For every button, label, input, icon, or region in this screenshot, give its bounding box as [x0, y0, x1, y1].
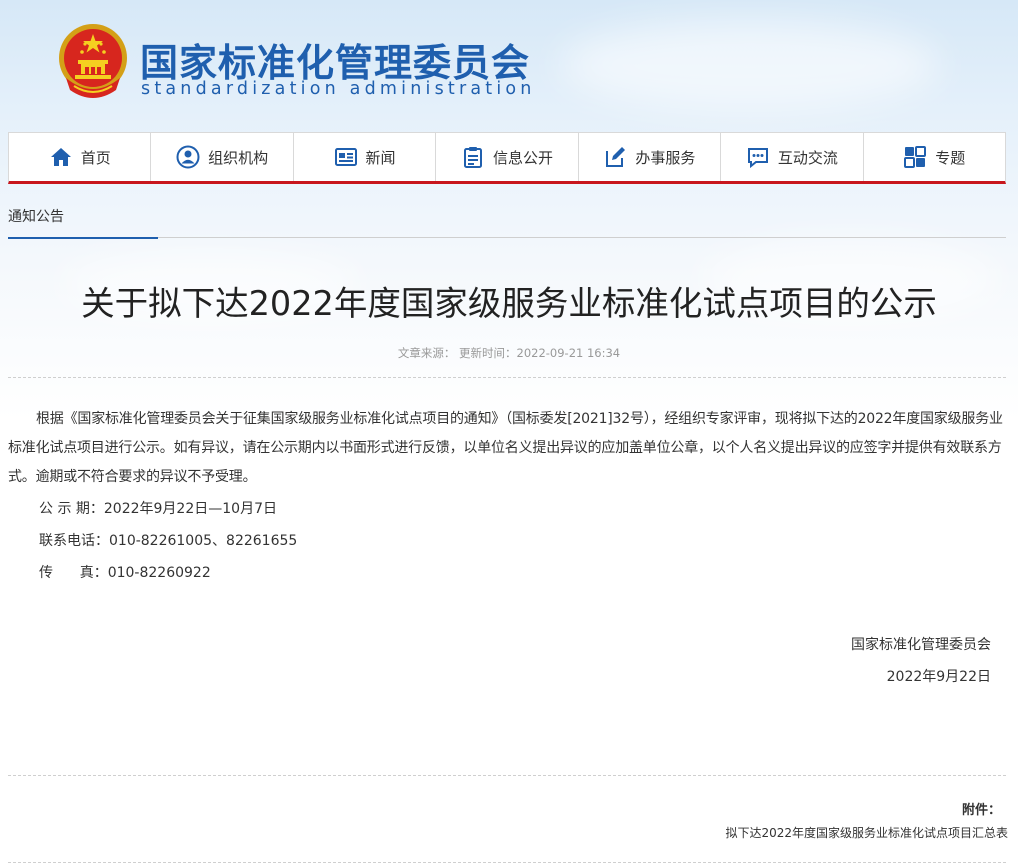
nav-item-home[interactable]: 首页: [9, 133, 152, 181]
article-meta: 文章来源： 更新时间：2022-09-21 16:34: [397, 346, 621, 360]
divider: [8, 775, 1006, 776]
clipboard-icon: [463, 147, 482, 168]
nav-item-topics[interactable]: 专题: [864, 133, 1005, 181]
nav-item-label: 专题: [935, 148, 966, 167]
national-emblem-icon[interactable]: [56, 20, 130, 102]
home-icon: [50, 148, 71, 166]
nav-item-services[interactable]: 办事服务: [579, 133, 722, 181]
nav-item-news[interactable]: 新闻: [294, 133, 437, 181]
notice-period: 公 示 期：2022年9月22日—10月7日: [39, 501, 277, 517]
topic-icon: [904, 146, 927, 168]
nav-item-label: 新闻: [365, 148, 396, 167]
nav-item-info-disclosure[interactable]: 信息公开: [436, 133, 579, 181]
nav-item-label: 首页: [80, 148, 111, 167]
signature-org: 国家标准化管理委员会: [851, 637, 991, 653]
nav-item-label: 信息公开: [492, 148, 553, 167]
breadcrumb-current[interactable]: 通知公告: [8, 206, 64, 226]
article-title: 关于拟下达2022年度国家级服务业标准化试点项目的公示: [81, 284, 937, 323]
nav-item-label: 组织机构: [208, 148, 269, 167]
nav-item-organization[interactable]: 组织机构: [151, 133, 294, 181]
main-nav: 首页 组织机构 新闻 信息公开 办事服务 互动交流 专题: [8, 132, 1006, 184]
person-icon: [176, 145, 200, 169]
breadcrumb-underline: [8, 237, 158, 239]
attachment-link[interactable]: 拟下达2022年度国家级服务业标准化试点项目汇总表: [725, 824, 1008, 841]
contact-phone: 联系电话：010-82261005、82261655: [39, 533, 298, 549]
signature-date: 2022年9月22日: [886, 669, 991, 685]
edit-icon: [606, 147, 626, 167]
divider: [8, 862, 1006, 863]
breadcrumb: 通知公告: [8, 200, 1006, 239]
nav-item-label: 互动交流: [777, 148, 838, 167]
attachment-label: 附件：: [961, 803, 1001, 818]
nav-item-label: 办事服务: [635, 148, 696, 167]
article-body: 根据《国家标准化管理委员会关于征集国家级服务业标准化试点项目的通知》（国标委发[…: [8, 405, 1006, 589]
site-header: 国家标准化管理委员会 standardization administratio…: [0, 0, 1018, 130]
contact-fax: 传 真：010-82260922: [39, 565, 211, 581]
site-subtitle: standardization administration: [141, 79, 536, 99]
divider: [8, 377, 1006, 378]
nav-item-interaction[interactable]: 互动交流: [721, 133, 864, 181]
article-paragraph: 根据《国家标准化管理委员会关于征集国家级服务业标准化试点项目的通知》（国标委发[…: [8, 411, 1003, 485]
newspaper-icon: [334, 148, 357, 166]
chat-icon: [747, 148, 768, 169]
